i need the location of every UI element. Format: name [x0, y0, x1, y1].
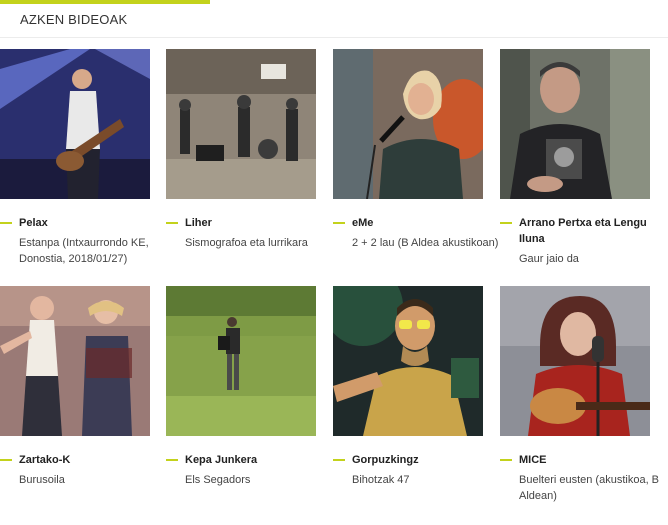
accent-dash — [0, 459, 12, 461]
video-card[interactable]: Kepa Junkera Els Segadors — [166, 286, 316, 486]
video-artist[interactable]: Pelax — [19, 215, 169, 231]
video-subtitle[interactable]: Burusoila — [19, 472, 169, 488]
video-thumbnail[interactable] — [166, 286, 316, 436]
video-artist[interactable]: MICE — [519, 452, 668, 468]
video-subtitle[interactable]: Gaur jaio da — [519, 251, 668, 267]
accent-dash — [166, 222, 178, 224]
video-thumbnail[interactable] — [166, 49, 316, 199]
video-artist[interactable]: Zartako-K — [19, 452, 169, 468]
video-subtitle[interactable]: Sismografoa eta lurrikara — [185, 235, 335, 251]
video-thumbnail[interactable] — [0, 49, 150, 199]
video-card[interactable]: Gorpuzkingz Bihotzak 47 — [333, 286, 483, 486]
accent-dash — [166, 459, 178, 461]
video-artist[interactable]: Arrano Pertxa eta Lengu Iluna — [519, 215, 668, 247]
video-subtitle[interactable]: Els Segadors — [185, 472, 335, 488]
accent-dash — [500, 459, 512, 461]
video-thumbnail[interactable] — [500, 286, 650, 436]
video-card[interactable]: Liher Sismografoa eta lurrikara — [166, 49, 316, 249]
video-thumbnail[interactable] — [333, 49, 483, 199]
section-divider — [0, 37, 668, 38]
section-title: AZKEN BIDEOAK — [20, 12, 128, 27]
video-artist[interactable]: Kepa Junkera — [185, 452, 335, 468]
video-card[interactable]: Arrano Pertxa eta Lengu Iluna Gaur jaio … — [500, 49, 650, 265]
video-card[interactable]: MICE Buelteri eusten (akustikoa, B Aldea… — [500, 286, 659, 502]
video-card[interactable]: eMe 2 + 2 lau (B Aldea akustikoan) — [333, 49, 498, 249]
video-subtitle[interactable]: 2 + 2 lau (B Aldea akustikoan) — [352, 235, 502, 251]
video-thumbnail[interactable] — [0, 286, 150, 436]
video-card[interactable]: Zartako-K Burusoila — [0, 286, 150, 486]
accent-dash — [333, 222, 345, 224]
accent-dash — [333, 459, 345, 461]
video-card[interactable]: Pelax Estanpa (Intxaurrondo KE, Donostia… — [0, 49, 150, 265]
accent-top-rule — [0, 0, 210, 4]
video-artist[interactable]: Gorpuzkingz — [352, 452, 502, 468]
video-thumbnail[interactable] — [333, 286, 483, 436]
accent-dash — [500, 222, 512, 224]
accent-dash — [0, 222, 12, 224]
video-subtitle[interactable]: Estanpa (Intxaurrondo KE, Donostia, 2018… — [19, 235, 169, 267]
video-artist[interactable]: eMe — [352, 215, 502, 231]
video-thumbnail[interactable] — [500, 49, 650, 199]
video-subtitle[interactable]: Buelteri eusten (akustikoa, B Aldean) — [519, 472, 668, 504]
video-subtitle[interactable]: Bihotzak 47 — [352, 472, 502, 488]
video-artist[interactable]: Liher — [185, 215, 335, 231]
